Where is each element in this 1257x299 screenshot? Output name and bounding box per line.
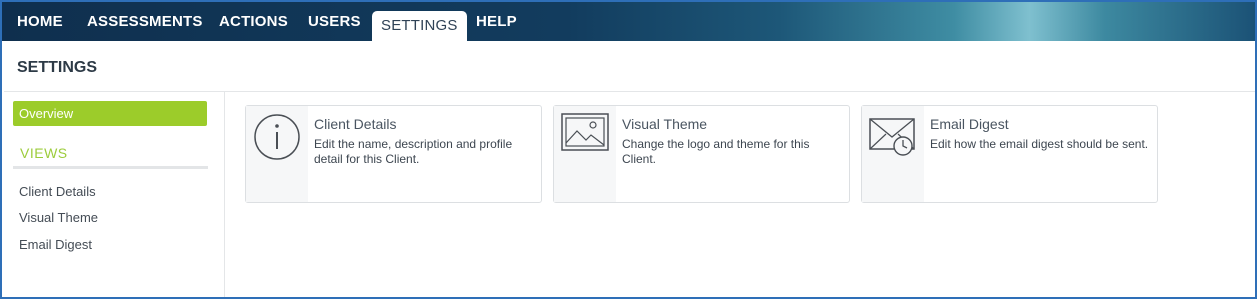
info-icon <box>254 114 300 160</box>
sidebar-item-overview[interactable]: Overview <box>13 101 207 126</box>
sidebar-section-views: VIEWS <box>20 145 68 161</box>
card-email-digest[interactable]: Email Digest Edit how the email digest s… <box>861 105 1158 203</box>
sidebar-section-divider <box>13 166 208 169</box>
card-visual-theme[interactable]: Visual Theme Change the logo and theme f… <box>553 105 850 203</box>
card-title: Email Digest <box>930 116 1009 132</box>
nav-users[interactable]: USERS <box>308 13 361 30</box>
sidebar-item-email-digest[interactable]: Email Digest <box>19 237 92 252</box>
email-clock-icon <box>869 118 915 156</box>
card-description: Change the logo and theme for this Clien… <box>622 137 810 166</box>
nav-help[interactable]: HELP <box>476 13 517 30</box>
top-navigation: HOME ASSESSMENTS ACTIONS USERS SETTINGS … <box>2 2 1255 41</box>
card-title: Visual Theme <box>622 116 708 132</box>
card-client-details[interactable]: Client Details Edit the name, descriptio… <box>245 105 542 203</box>
sidebar-divider <box>224 92 225 297</box>
nav-assessments[interactable]: ASSESSMENTS <box>87 13 203 30</box>
sidebar-item-visual-theme[interactable]: Visual Theme <box>19 210 98 225</box>
card-icon-area <box>246 106 308 202</box>
header-divider <box>4 91 1255 92</box>
image-icon <box>561 113 609 151</box>
sidebar-item-client-details[interactable]: Client Details <box>19 184 96 199</box>
card-title: Client Details <box>314 116 397 132</box>
page-title: SETTINGS <box>17 59 98 76</box>
nav-home[interactable]: HOME <box>17 13 63 30</box>
nav-settings[interactable]: SETTINGS <box>372 11 467 41</box>
nav-actions[interactable]: ACTIONS <box>219 13 288 30</box>
card-description: Edit the name, description and profile d… <box>314 137 513 166</box>
card-icon-area <box>862 106 924 202</box>
card-description: Edit how the email digest should be sent… <box>930 137 1149 151</box>
card-icon-area <box>554 106 616 202</box>
app-window: HOME ASSESSMENTS ACTIONS USERS SETTINGS … <box>0 0 1257 299</box>
